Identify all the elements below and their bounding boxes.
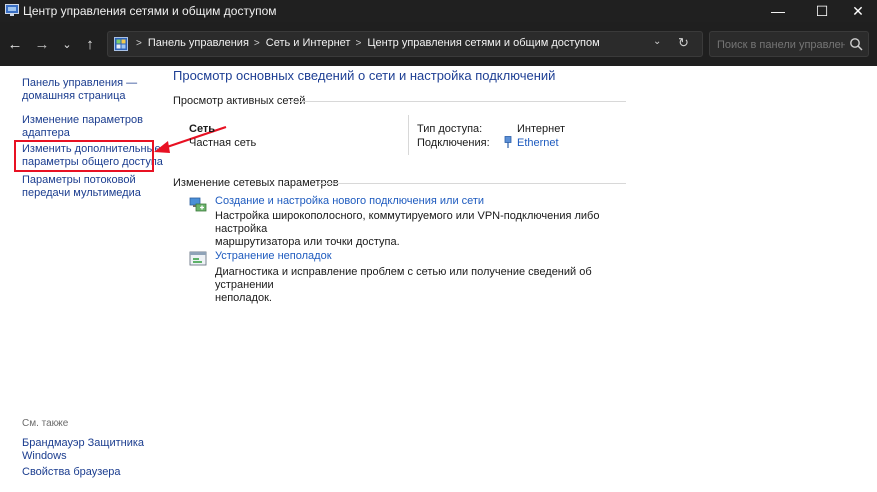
troubleshoot-description: Диагностика и исправление проблем с сеть… — [215, 266, 615, 305]
control-panel-icon — [114, 37, 128, 51]
breadcrumb-separator: > — [253, 37, 260, 49]
sidebar-item-media-streaming[interactable]: Параметры потоковой передачи мультимедиа — [22, 174, 141, 200]
network-name: Сеть — [189, 123, 216, 135]
address-bar[interactable]: > Панель управления > Сеть и Интернет > … — [107, 31, 703, 57]
troubleshoot-link[interactable]: Устранение неполадок — [215, 250, 332, 262]
page-title: Просмотр основных сведений о сети и наст… — [173, 68, 556, 83]
connections-label: Подключения: — [417, 137, 490, 149]
task-description-line: Настройка широкополосного, коммутируемог… — [215, 210, 600, 235]
forward-button[interactable]: → — [31, 33, 53, 55]
new-connection-link[interactable]: Создание и настройка нового подключения … — [215, 195, 484, 207]
breadcrumb-network-internet[interactable]: Сеть и Интернет — [266, 37, 351, 49]
address-dropdown-icon[interactable]: ⌄ — [653, 36, 661, 47]
section-divider — [290, 101, 626, 102]
task-description-line: неполадок. — [215, 292, 272, 304]
sidebar-item-label: Панель управления — — [22, 77, 138, 89]
sidebar-item-label: Свойства браузера — [22, 466, 121, 478]
sidebar-item-label: Параметры потоковой — [22, 174, 136, 186]
access-type-label: Тип доступа: — [417, 123, 483, 135]
sidebar-item-adapter-settings[interactable]: Изменение параметров адаптера — [22, 114, 143, 140]
ethernet-connection-link[interactable]: Ethernet — [517, 137, 559, 149]
maximize-icon: ☐ — [815, 2, 829, 19]
sidebar-item-label: домашняя страница — [22, 90, 126, 102]
troubleshoot-icon — [189, 251, 207, 266]
task-description-line: Диагностика и исправление проблем с сеть… — [215, 266, 592, 291]
back-button[interactable]: ← — [4, 33, 26, 55]
search-icon[interactable] — [849, 37, 863, 51]
close-button[interactable]: ✕ — [838, 0, 877, 22]
vertical-divider — [408, 115, 409, 155]
task-description-line: маршрутизатора или точки доступа. — [215, 236, 400, 248]
breadcrumb-separator: > — [136, 37, 142, 49]
breadcrumb-control-panel[interactable]: Панель управления — [148, 37, 249, 49]
new-connection-icon — [189, 197, 207, 212]
active-networks-heading: Просмотр активных сетей — [173, 95, 306, 107]
sidebar-item-firewall[interactable]: Брандмауэр Защитника Windows — [22, 437, 144, 463]
maximize-button[interactable]: ☐ — [802, 0, 842, 22]
window-title: Центр управления сетями и общим доступом — [23, 4, 277, 18]
up-button[interactable]: ↑ — [79, 33, 101, 55]
sidebar-item-label: адаптера — [22, 127, 70, 139]
sidebar-item-home[interactable]: Панель управления — домашняя страница — [22, 77, 137, 103]
see-also-heading: См. также — [22, 418, 69, 429]
sidebar-item-label: Брандмауэр Защитника — [22, 437, 145, 449]
change-settings-heading: Изменение сетевых параметров — [173, 177, 339, 189]
sidebar-item-label: передачи мультимедиа — [22, 187, 141, 199]
access-type-value: Интернет — [517, 123, 565, 135]
title-bar: Центр управления сетями и общим доступом… — [0, 0, 877, 22]
forward-arrow-icon: → — [34, 35, 50, 53]
new-connection-description: Настройка широкополосного, коммутируемог… — [215, 210, 615, 249]
ethernet-icon — [504, 136, 512, 148]
sidebar-item-browser-properties[interactable]: Свойства браузера — [22, 466, 121, 479]
breadcrumb-separator: > — [355, 37, 362, 49]
network-type-link[interactable]: Частная сеть — [189, 137, 256, 149]
search-input[interactable] — [717, 37, 845, 52]
breadcrumb: > Панель управления > Сеть и Интернет > … — [131, 37, 600, 49]
sidebar-item-label: Изменение параметров — [22, 114, 143, 126]
section-divider — [318, 183, 626, 184]
chevron-down-icon: ⌄ — [62, 38, 72, 51]
search-box[interactable] — [709, 31, 869, 57]
recent-locations-button[interactable]: ⌄ — [56, 33, 78, 55]
refresh-icon[interactable]: ↻ — [678, 35, 689, 51]
network-center-icon — [5, 4, 19, 16]
navigation-bar: ← → ⌄ ↑ > Панель управления > Сеть и Инт… — [0, 22, 877, 66]
minimize-button[interactable]: — — [758, 0, 798, 22]
minimize-icon: — — [771, 3, 785, 19]
breadcrumb-network-center[interactable]: Центр управления сетями и общим доступом — [367, 37, 599, 49]
up-arrow-icon: ↑ — [86, 35, 94, 53]
annotation-highlight-box — [14, 140, 154, 172]
sidebar-item-label: Windows — [22, 450, 67, 462]
back-arrow-icon: ← — [7, 35, 23, 53]
close-icon: ✕ — [852, 2, 864, 19]
